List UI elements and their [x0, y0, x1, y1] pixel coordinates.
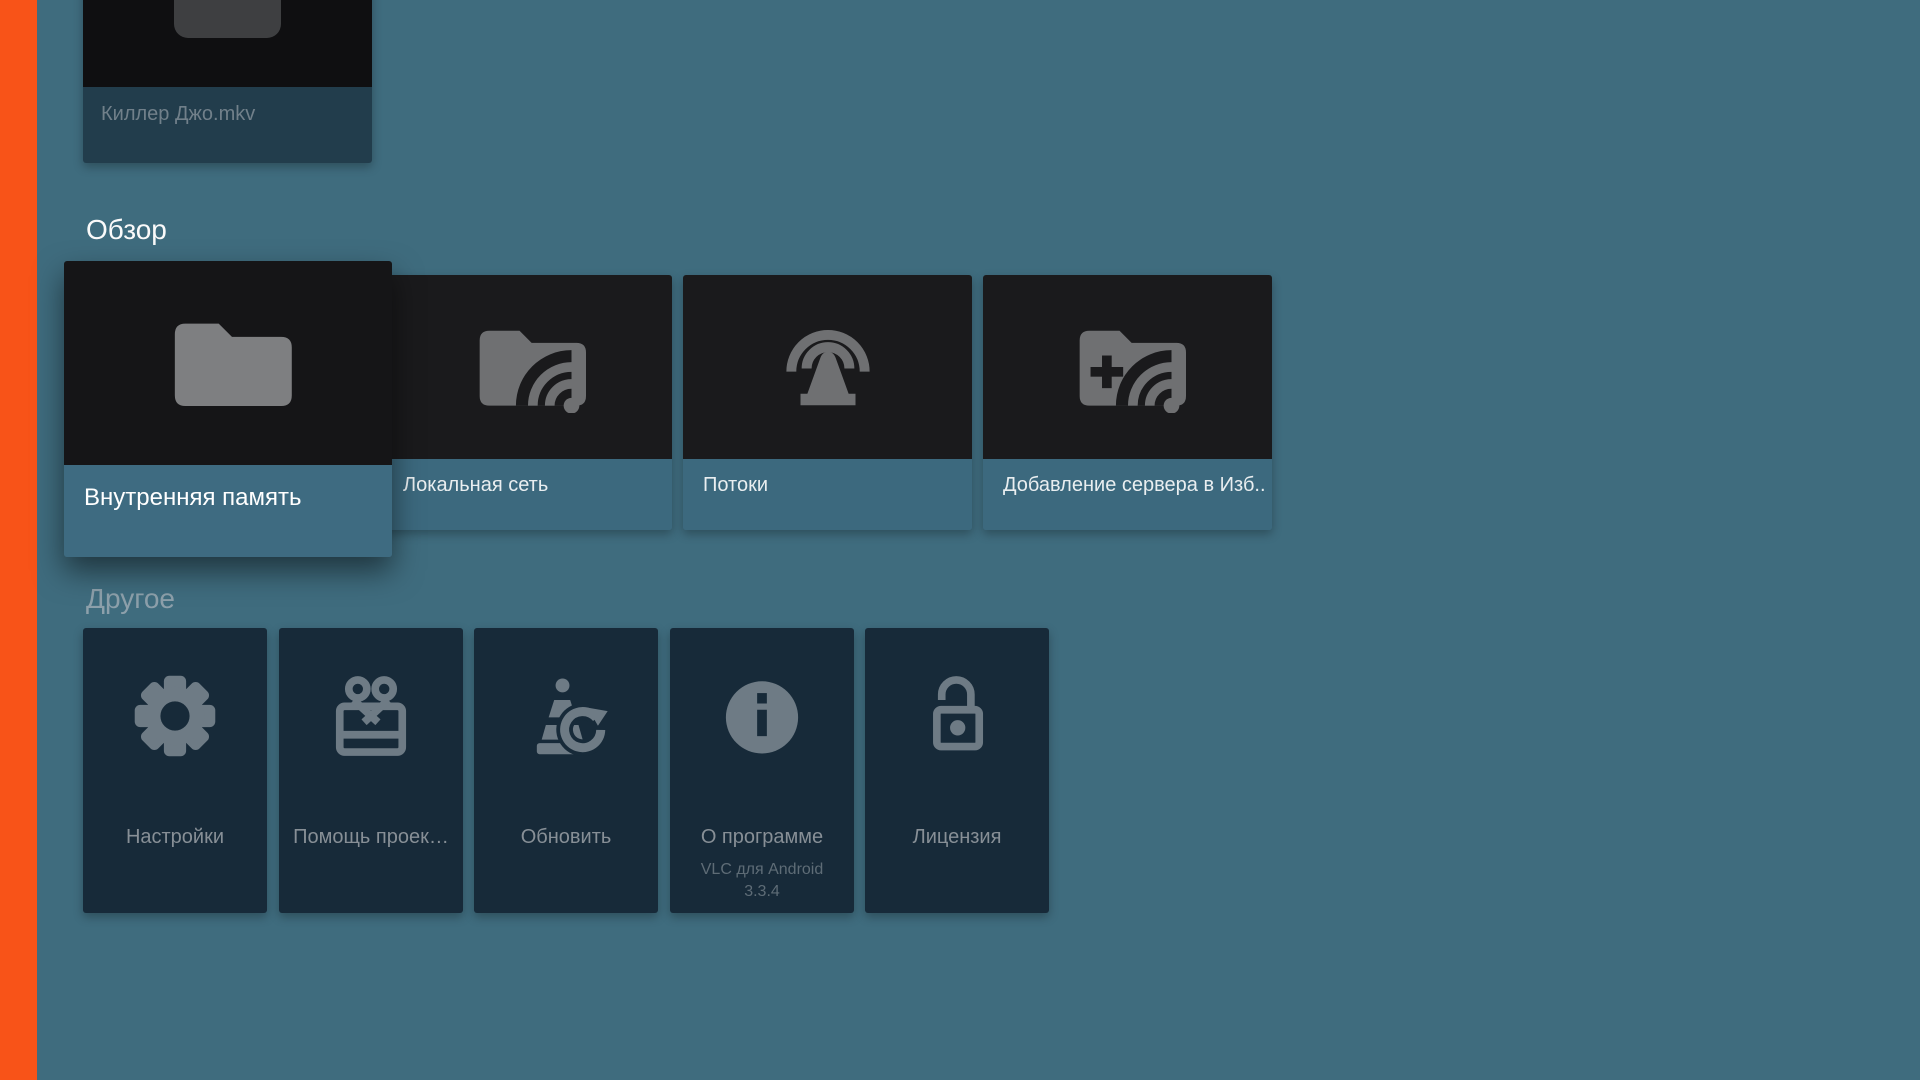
folder-add-network-icon [1070, 321, 1186, 413]
card-thumbnail [383, 275, 672, 459]
card-label: Обновить [474, 826, 658, 849]
vlc-android-tv-screen: Киллер Джо.mkv Обзор Внутренняя память [0, 0, 1920, 1080]
orange-accent-strip [0, 0, 37, 1080]
section-title-other: Другое [86, 582, 175, 616]
card-help-project[interactable]: Помощь проек… [279, 628, 463, 913]
card-settings[interactable]: Настройки [83, 628, 267, 913]
card-thumbnail [64, 261, 392, 465]
folder-icon [164, 313, 292, 414]
gift-icon [279, 666, 463, 766]
card-local-network[interactable]: Локальная сеть [383, 275, 672, 530]
card-about[interactable]: О программе VLC для Android 3.3.4 [670, 628, 854, 913]
section-title-browse: Обзор [86, 213, 167, 247]
recent-media-card[interactable]: Киллер Джо.mkv [83, 0, 372, 163]
card-license[interactable]: Лицензия [865, 628, 1049, 913]
card-add-server-favorites[interactable]: Добавление сервера в Изб.. [983, 275, 1272, 530]
card-label: Внутренняя память [64, 465, 392, 557]
card-label: Настройки [83, 826, 267, 849]
info-icon [670, 666, 854, 766]
recent-media-thumbnail [83, 0, 372, 87]
app-version-text: VLC для Android 3.3.4 [670, 859, 854, 903]
card-label: Потоки [683, 459, 972, 530]
recent-media-filename: Киллер Джо.mkv [83, 87, 372, 163]
vlc-cone-refresh-icon [474, 666, 658, 766]
card-internal-storage[interactable]: Внутренняя память [64, 261, 392, 557]
app-version-line2: 3.3.4 [670, 881, 854, 903]
app-version-line1: VLC для Android [670, 859, 854, 881]
card-thumbnail [683, 275, 972, 459]
card-label: О программе [670, 826, 854, 849]
unlock-icon [865, 666, 1049, 766]
video-placeholder-icon [174, 0, 281, 38]
card-label: Лицензия [865, 826, 1049, 849]
card-label: Локальная сеть [383, 459, 672, 530]
card-thumbnail [983, 275, 1272, 459]
gear-icon [83, 666, 267, 766]
broadcast-cone-icon [773, 312, 883, 422]
card-label: Добавление сервера в Изб.. [983, 459, 1272, 530]
card-label: Помощь проек… [279, 826, 463, 849]
folder-network-icon [470, 321, 586, 413]
card-refresh[interactable]: Обновить [474, 628, 658, 913]
card-streams[interactable]: Потоки [683, 275, 972, 530]
